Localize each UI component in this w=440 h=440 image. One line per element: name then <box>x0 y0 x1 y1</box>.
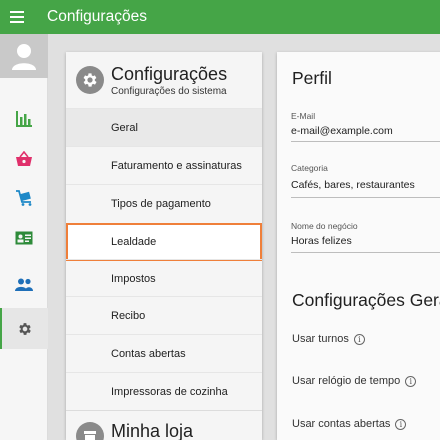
store-icon <box>84 431 96 440</box>
basket-icon <box>16 151 32 166</box>
info-icon[interactable]: i <box>405 375 417 387</box>
menu-item-lealdade[interactable]: Lealdade <box>66 223 262 261</box>
toggle-row-relogio[interactable]: Usar relógio de tempo i <box>292 375 417 387</box>
menu-item-impressoras[interactable]: Impressoras de cozinha <box>66 372 262 410</box>
menu-item-faturamento[interactable]: Faturamento e assinaturas <box>66 146 262 184</box>
category-select[interactable]: Cafés, bares, restaurantes <box>291 179 415 191</box>
menu-icon <box>10 11 24 23</box>
menu-item-impostos[interactable]: Impostos <box>66 259 262 297</box>
nav-rail <box>0 34 48 440</box>
email-field[interactable]: e-mail@example.com <box>291 125 393 137</box>
toggle-row-contas-abertas[interactable]: Usar contas abertas i <box>292 418 407 430</box>
nav-reports[interactable] <box>0 100 48 138</box>
menu-item-contas-abertas[interactable]: Contas abertas <box>66 334 262 372</box>
cart-icon <box>16 190 32 206</box>
my-store-title: Minha loja <box>111 421 194 440</box>
nav-settings[interactable] <box>0 308 48 349</box>
store-section-icon <box>76 422 104 440</box>
general-settings-title: Configurações Gerais <box>292 290 440 310</box>
gear-icon <box>19 322 31 335</box>
bar-chart-icon <box>16 111 32 127</box>
id-card-icon <box>15 231 33 245</box>
user-icon <box>12 44 36 70</box>
menu-item-geral[interactable]: Geral <box>66 108 262 146</box>
menu-item-recibo[interactable]: Recibo <box>66 296 262 334</box>
category-label: Categoria <box>291 163 328 173</box>
email-label: E-Mail <box>291 111 316 121</box>
hamburger-menu-button[interactable] <box>0 0 34 34</box>
info-icon[interactable]: i <box>395 418 407 430</box>
app-title: Configurações <box>47 8 147 25</box>
toggle-label: Usar relógio de tempo <box>292 375 401 387</box>
info-icon[interactable]: i <box>353 333 365 345</box>
settings-section-icon <box>76 66 104 94</box>
email-underline <box>291 141 440 142</box>
settings-section-subtitle: Configurações do sistema <box>111 86 227 97</box>
business-name-field[interactable]: Horas felizes <box>291 235 352 247</box>
settings-section-header: Configurações Configurações do sistema <box>66 62 262 110</box>
toggle-label: Usar turnos <box>292 333 349 345</box>
nav-employees[interactable] <box>0 266 48 304</box>
business-name-underline <box>291 252 440 253</box>
category-underline <box>291 197 440 198</box>
settings-section-title: Configurações <box>111 64 228 84</box>
people-icon <box>15 278 33 291</box>
avatar[interactable] <box>0 34 48 78</box>
gear-icon <box>83 73 97 87</box>
app-bar: Configurações <box>0 0 440 34</box>
business-name-label: Nome do negócio <box>291 221 358 231</box>
nav-sales[interactable] <box>0 140 48 178</box>
toggle-row-turnos[interactable]: Usar turnos i <box>292 333 365 345</box>
settings-sidebar: Configurações Configurações do sistema G… <box>66 52 262 440</box>
toggle-label: Usar contas abertas <box>292 418 391 430</box>
nav-inventory[interactable] <box>0 179 48 217</box>
my-store-section-header[interactable]: Minha loja <box>66 410 262 440</box>
profile-title: Perfil <box>292 68 332 88</box>
content-panel: Perfil E-Mail e-mail@example.com Categor… <box>277 52 440 440</box>
menu-item-tipos-pagamento[interactable]: Tipos de pagamento <box>66 184 262 222</box>
nav-customers[interactable] <box>0 219 48 257</box>
